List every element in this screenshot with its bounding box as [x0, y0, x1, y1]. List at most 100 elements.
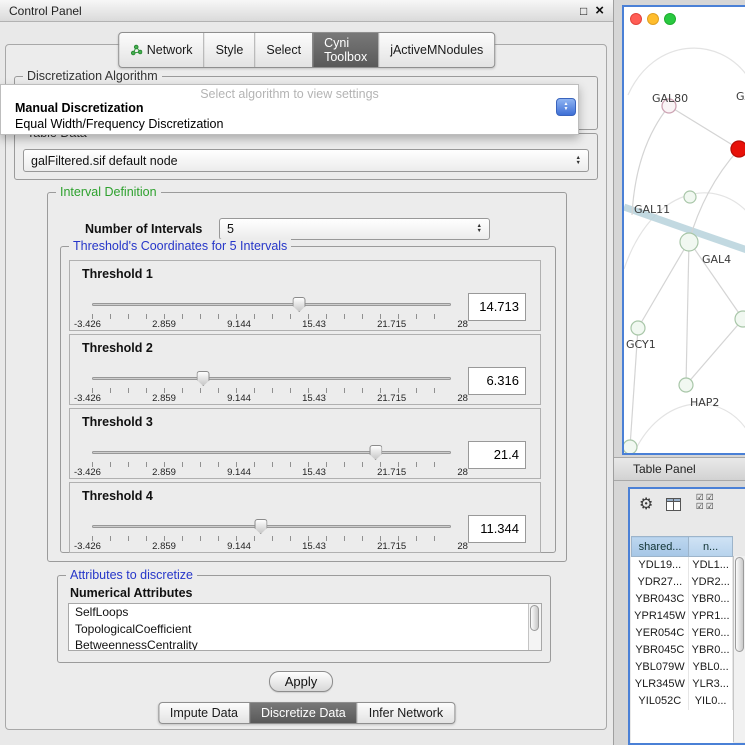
select-columns-icon[interactable]: ☑ ☑ ☑ ☑: [696, 493, 716, 511]
network-node[interactable]: [680, 233, 698, 251]
table-row[interactable]: YBR045C YBR0...: [632, 642, 733, 659]
tab-cyni-toolbox[interactable]: Cyni Toolbox: [312, 33, 378, 67]
columns-icon[interactable]: [666, 498, 681, 516]
slider-track[interactable]: [92, 377, 451, 380]
column-header-shared-name[interactable]: shared...: [632, 537, 689, 557]
table-row[interactable]: YPR145W YPR1...: [632, 608, 733, 625]
slider-thumb[interactable]: [197, 371, 210, 386]
slider-tick-labels: -3.4262.8599.14415.4321.71528: [74, 319, 468, 330]
attributes-to-discretize-group: Attributes to discretize Numerical Attri…: [57, 575, 551, 663]
network-node[interactable]: [631, 321, 645, 335]
tab-label: Select: [266, 43, 301, 57]
cell-shared-name[interactable]: YDR27...: [632, 574, 689, 591]
column-header-name[interactable]: n...: [689, 537, 733, 557]
cell-name[interactable]: YDR2...: [689, 574, 733, 591]
cell-shared-name[interactable]: YBR043C: [632, 591, 689, 608]
cell-name[interactable]: YER0...: [689, 625, 733, 642]
list-item[interactable]: TopologicalCoefficient: [69, 621, 541, 638]
titlebar[interactable]: Control Panel □ ×: [0, 0, 613, 22]
combo-arrows-button[interactable]: ▲ ▼: [556, 98, 576, 116]
cell-name[interactable]: YIL0...: [689, 693, 733, 710]
threshold-value-field[interactable]: 21.4: [468, 441, 526, 469]
dropdown-option-equal-width-frequency[interactable]: Equal Width/Frequency Discretization: [1, 116, 578, 132]
scrollbar-thumb[interactable]: [530, 605, 539, 631]
tick-label: 15.43: [302, 319, 326, 330]
cell-name[interactable]: YPR1...: [689, 608, 733, 625]
cell-shared-name[interactable]: YIL052C: [632, 693, 689, 710]
table-row[interactable]: YIL052C YIL0...: [632, 693, 733, 710]
cell-name[interactable]: YLR3...: [689, 676, 733, 693]
cell-shared-name[interactable]: YLR345W: [632, 676, 689, 693]
table-panel-title: Table Panel: [633, 462, 696, 476]
minimize-traffic-light-icon[interactable]: [647, 13, 659, 25]
threshold-slider[interactable]: [92, 371, 451, 387]
tab-jactivemnodules[interactable]: jActiveMNodules: [378, 33, 494, 67]
float-window-icon[interactable]: □: [580, 4, 587, 18]
table-row[interactable]: YLR345W YLR3...: [632, 676, 733, 693]
threshold-slider[interactable]: [92, 297, 451, 313]
cell-name[interactable]: YBR0...: [689, 642, 733, 659]
threshold-slider[interactable]: [92, 445, 451, 461]
cell-shared-name[interactable]: YBR045C: [632, 642, 689, 659]
arrow-down-icon: ▼: [564, 107, 569, 112]
gear-icon[interactable]: ⚙: [639, 494, 653, 514]
cell-shared-name[interactable]: YPR145W: [632, 608, 689, 625]
tab-infer-network[interactable]: Infer Network: [357, 703, 454, 723]
list-item[interactable]: SelfLoops: [69, 604, 541, 621]
node-label: GA: [736, 90, 745, 103]
tab-style[interactable]: Style: [204, 33, 255, 67]
list-scrollbar[interactable]: [528, 604, 541, 650]
close-window-icon[interactable]: ×: [595, 5, 604, 17]
tab-impute-data[interactable]: Impute Data: [159, 703, 249, 723]
slider-track[interactable]: [92, 303, 451, 306]
network-node[interactable]: [735, 311, 745, 327]
dropdown-option-manual-discretization[interactable]: Manual Discretization: [1, 100, 578, 116]
tab-label: Cyni Toolbox: [324, 36, 367, 64]
network-node[interactable]: [679, 378, 693, 392]
table-row[interactable]: YBL079W YBL0...: [632, 659, 733, 676]
table-row[interactable]: YDL19... YDL1...: [632, 557, 733, 574]
table-data-select[interactable]: galFiltered.sif default node ▲ ▼: [23, 149, 589, 172]
tab-select[interactable]: Select: [254, 33, 312, 67]
slider-track[interactable]: [92, 525, 451, 528]
cell-name[interactable]: YDL1...: [689, 557, 733, 574]
slider-thumb[interactable]: [254, 519, 267, 534]
threshold-slider[interactable]: [92, 519, 451, 535]
table-row[interactable]: YER054C YER0...: [632, 625, 733, 642]
list-item[interactable]: BetweennessCentrality: [69, 637, 541, 651]
zoom-traffic-light-icon[interactable]: [664, 13, 676, 25]
threshold-value-field[interactable]: 6.316: [468, 367, 526, 395]
tick-label: 28: [457, 541, 468, 552]
cell-shared-name[interactable]: YBL079W: [632, 659, 689, 676]
numerical-attributes-list[interactable]: SelfLoopsTopologicalCoefficientBetweenne…: [68, 603, 542, 651]
network-edge: [686, 319, 743, 385]
number-of-intervals-select[interactable]: 5 ▲ ▼: [219, 218, 490, 240]
scrollbar-thumb[interactable]: [735, 557, 744, 652]
table-panel-header[interactable]: Table Panel: [614, 457, 745, 481]
slider-thumb[interactable]: [369, 445, 382, 460]
network-canvas[interactable]: GAL80 GAL11 GAL4 GCY1 HAP2 GA: [624, 7, 745, 455]
network-node-selected[interactable]: [731, 141, 745, 157]
tick-label: 9.144: [227, 393, 251, 404]
close-traffic-light-icon[interactable]: [630, 13, 642, 25]
apply-button[interactable]: Apply: [269, 671, 333, 692]
tab-discretize-data[interactable]: Discretize Data: [249, 703, 357, 723]
cell-shared-name[interactable]: YDL19...: [632, 557, 689, 574]
network-node[interactable]: [684, 191, 696, 203]
network-edge: [632, 404, 745, 455]
threshold-value-field[interactable]: 11.344: [468, 515, 526, 543]
cell-shared-name[interactable]: YER054C: [632, 625, 689, 642]
slider-track[interactable]: [92, 451, 451, 454]
table-row[interactable]: YDR27... YDR2...: [632, 574, 733, 591]
slider-thumb[interactable]: [293, 297, 306, 312]
table-scrollbar[interactable]: [733, 556, 745, 742]
slider-tick-labels: -3.4262.8599.14415.4321.71528: [74, 393, 468, 404]
cell-name[interactable]: YBR0...: [689, 591, 733, 608]
algorithm-dropdown-popup: Select algorithm to view settings Manual…: [0, 84, 579, 135]
network-view-window[interactable]: GAL80 GAL11 GAL4 GCY1 HAP2 GA: [622, 5, 745, 455]
threshold-value-field[interactable]: 14.713: [468, 293, 526, 321]
cell-name[interactable]: YBL0...: [689, 659, 733, 676]
network-node[interactable]: [624, 440, 637, 454]
tab-network[interactable]: Network: [119, 33, 204, 67]
table-row[interactable]: YBR043C YBR0...: [632, 591, 733, 608]
